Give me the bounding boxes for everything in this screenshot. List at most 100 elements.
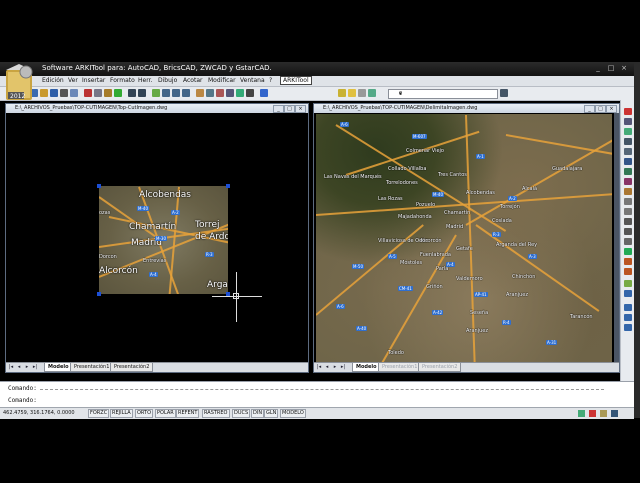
- break-icon[interactable]: [624, 218, 632, 225]
- zoom-window-icon[interactable]: [172, 89, 180, 97]
- tool-palettes-icon[interactable]: [216, 89, 224, 97]
- layer-previous-icon[interactable]: [358, 89, 366, 97]
- help-icon[interactable]: [260, 89, 268, 97]
- tab-prev-icon[interactable]: ◂: [324, 364, 330, 370]
- tab-modelo[interactable]: Modelo: [352, 363, 381, 372]
- toggle-refent[interactable]: REFENT: [176, 409, 200, 418]
- drawing-restore-button[interactable]: □: [284, 105, 295, 113]
- markup-icon[interactable]: [236, 89, 244, 97]
- vertical-scrollbar[interactable]: [614, 113, 619, 363]
- layer-dropdown[interactable]: 0 ▾: [388, 89, 498, 99]
- arkitool-tool-icon[interactable]: [624, 290, 632, 297]
- print-icon[interactable]: [60, 89, 68, 97]
- zoom-icon[interactable]: [624, 304, 632, 311]
- scale-icon[interactable]: [624, 178, 632, 185]
- tab-first-icon[interactable]: |◂: [8, 364, 14, 370]
- app-logo-icon[interactable]: 2012: [2, 62, 36, 102]
- layer-state-icon[interactable]: [348, 89, 356, 97]
- save-icon[interactable]: [50, 89, 58, 97]
- tray-icon[interactable]: [578, 410, 585, 417]
- menu-modificar[interactable]: Modificar: [208, 77, 236, 84]
- tab-first-icon[interactable]: |◂: [316, 364, 322, 370]
- clipped-map-image[interactable]: Alcobendas Chamartín Torrej de Ardo Madr…: [99, 186, 228, 294]
- zoom-realtime-icon[interactable]: [162, 89, 170, 97]
- tab-presentacion2[interactable]: Presentación2: [110, 363, 154, 372]
- toggle-rastreo[interactable]: RASTREO: [202, 409, 230, 418]
- menu-acotar[interactable]: Acotar: [183, 77, 202, 84]
- stretch-icon[interactable]: [624, 188, 632, 195]
- menu-formato[interactable]: Formato: [110, 77, 135, 84]
- drawing-minimize-button[interactable]: _: [273, 105, 284, 113]
- menu-help[interactable]: ?: [269, 77, 272, 84]
- satellite-map-image[interactable]: Tres Cantos Colmenar Viejo Collado Villa…: [316, 114, 612, 362]
- drawing-close-button[interactable]: ×: [606, 105, 617, 113]
- open-file-icon[interactable]: [40, 89, 48, 97]
- cut-icon[interactable]: [84, 89, 92, 97]
- tab-presentacion1[interactable]: Presentación1: [70, 363, 114, 372]
- tab-next-icon[interactable]: ▸: [332, 364, 338, 370]
- explode-icon[interactable]: [624, 258, 632, 265]
- undo-icon[interactable]: [128, 89, 136, 97]
- tab-presentacion2[interactable]: Presentación2: [418, 363, 462, 372]
- toggle-orto[interactable]: ORTO: [135, 409, 154, 418]
- tab-presentacion1[interactable]: Presentación1: [378, 363, 422, 372]
- fillet-icon[interactable]: [624, 248, 632, 255]
- preview-icon[interactable]: [70, 89, 78, 97]
- menu-ver[interactable]: Ver: [68, 77, 78, 84]
- tray-icon[interactable]: [589, 410, 596, 417]
- zoom-previous-icon[interactable]: [182, 89, 190, 97]
- grip-handle[interactable]: [97, 184, 101, 188]
- sheet-set-icon[interactable]: [226, 89, 234, 97]
- menu-herr[interactable]: Herr.: [138, 77, 152, 84]
- match-properties-icon[interactable]: [114, 89, 122, 97]
- extend-icon[interactable]: [624, 208, 632, 215]
- toggle-forzc[interactable]: FORZC: [88, 409, 110, 418]
- tab-modelo[interactable]: Modelo: [44, 363, 73, 372]
- array-icon[interactable]: [624, 148, 632, 155]
- menu-arkitool[interactable]: ARKITool: [280, 76, 312, 85]
- command-line-area[interactable]: Comando: Comando:: [0, 381, 634, 408]
- paste-icon[interactable]: [104, 89, 112, 97]
- mirror-icon[interactable]: [624, 128, 632, 135]
- drawing-close-button[interactable]: ×: [295, 105, 306, 113]
- erase-icon[interactable]: [624, 108, 632, 115]
- menu-ventana[interactable]: Ventana: [240, 77, 265, 84]
- rotate-icon[interactable]: [624, 168, 632, 175]
- trim-icon[interactable]: [624, 198, 632, 205]
- maximize-button[interactable]: □: [606, 64, 616, 73]
- zoom-icon[interactable]: [624, 324, 632, 331]
- make-current-icon[interactable]: [368, 89, 376, 97]
- drawing-minimize-button[interactable]: _: [584, 105, 595, 113]
- tab-next-icon[interactable]: ▸: [24, 364, 30, 370]
- toggle-polar[interactable]: POLAR: [155, 409, 176, 418]
- toggle-din[interactable]: DIN: [251, 409, 265, 418]
- grip-handle[interactable]: [97, 292, 101, 296]
- close-button[interactable]: ×: [619, 64, 629, 73]
- tray-icon[interactable]: [611, 410, 618, 417]
- copy-object-icon[interactable]: [624, 118, 632, 125]
- tab-last-icon[interactable]: ▸|: [340, 364, 346, 370]
- arkitool-tool-icon[interactable]: [624, 280, 632, 287]
- design-center-icon[interactable]: [206, 89, 214, 97]
- command-prompt[interactable]: Comando:: [8, 397, 37, 404]
- redo-icon[interactable]: [138, 89, 146, 97]
- move-icon[interactable]: [624, 158, 632, 165]
- toggle-modelo[interactable]: MODELO: [280, 409, 306, 418]
- drawing-restore-button[interactable]: □: [595, 105, 606, 113]
- zoom-icon[interactable]: [624, 314, 632, 321]
- layer-manager-icon[interactable]: [338, 89, 346, 97]
- menu-insertar[interactable]: Insertar: [82, 77, 105, 84]
- pan-icon[interactable]: [152, 89, 160, 97]
- tab-last-icon[interactable]: ▸|: [32, 364, 38, 370]
- join-icon[interactable]: [624, 228, 632, 235]
- toggle-rejilla[interactable]: REJILLA: [110, 409, 133, 418]
- copy-icon[interactable]: [94, 89, 102, 97]
- grip-handle[interactable]: [226, 184, 230, 188]
- toggle-gln[interactable]: GLN: [264, 409, 279, 418]
- chamfer-icon[interactable]: [624, 238, 632, 245]
- toggle-ducs[interactable]: DUCS: [232, 409, 251, 418]
- arkitool-tool-icon[interactable]: [624, 268, 632, 275]
- tray-icon[interactable]: [600, 410, 607, 417]
- menu-edicion[interactable]: Edición: [42, 77, 64, 84]
- menu-dibujo[interactable]: Dibujo: [158, 77, 177, 84]
